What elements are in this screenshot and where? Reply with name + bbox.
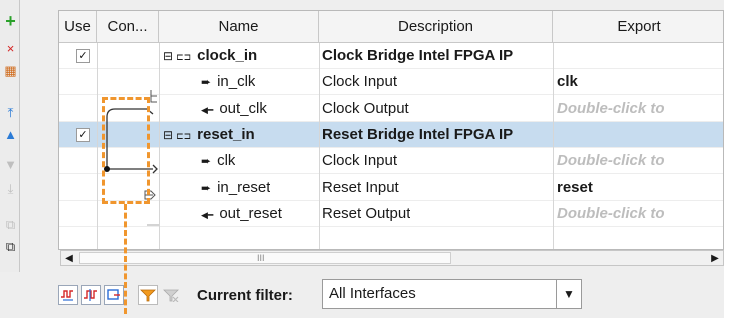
funnel-icon: [140, 289, 156, 302]
export-cell[interactable]: clk: [557, 69, 722, 95]
description-cell: Clock Input: [322, 73, 398, 91]
output-port-icon: ◀━: [201, 104, 214, 115]
component-name: out_reset: [219, 204, 282, 222]
move-down-icon[interactable]: ▼: [2, 156, 19, 173]
waveform-clock-icon: [84, 289, 97, 301]
move-up-icon[interactable]: ▲: [2, 126, 19, 143]
component-name: clk: [217, 152, 236, 170]
input-port-icon: ➨: [201, 75, 212, 90]
column-header-use[interactable]: Use: [59, 11, 97, 43]
export-box-icon: [107, 289, 120, 300]
name-cell[interactable]: ⊟ ⊏⊐ reset_in: [163, 122, 255, 148]
funnel-clear-icon: [163, 289, 179, 302]
copy-icon[interactable]: ⧉: [2, 238, 19, 255]
use-checkbox[interactable]: ✓: [76, 127, 90, 142]
description-cell: Reset Input: [322, 178, 399, 196]
scrollbar-thumb[interactable]: [79, 252, 451, 264]
column-header-export[interactable]: Export: [553, 11, 725, 43]
system-contents-panel: + × ▦ ⤒ ▲ ▼ ⤓ ⧉ ⧉ Use Con... Name Description Ex…: [0, 0, 724, 318]
description-cell: Reset Bridge Intel FPGA IP: [322, 125, 514, 143]
component-name: reset_in: [197, 125, 255, 143]
scroll-right-icon[interactable]: ▶: [707, 251, 723, 265]
component-name: out_clk: [219, 99, 267, 117]
column-header-connections[interactable]: Con...: [97, 11, 159, 43]
collapse-toggle-icon[interactable]: ⊟: [163, 49, 173, 63]
clear-filter-button[interactable]: [161, 285, 181, 305]
dropdown-button[interactable]: ▼: [556, 280, 581, 308]
show-clocks-filter-button[interactable]: [81, 285, 101, 305]
export-cell[interactable]: [557, 122, 722, 148]
export-cell[interactable]: Double-click to: [557, 148, 722, 174]
horizontal-scrollbar[interactable]: ◀ III ▶: [60, 250, 724, 266]
export-cell[interactable]: Double-click to: [557, 96, 722, 122]
component-name: clock_in: [197, 47, 258, 64]
column-header-name[interactable]: Name: [159, 11, 319, 43]
description-cell: Clock Input: [322, 152, 398, 170]
use-checkbox[interactable]: ✓: [76, 49, 90, 63]
add-icon[interactable]: +: [2, 12, 19, 30]
name-cell[interactable]: ⊟ ⊏⊐ clock_in: [163, 43, 257, 69]
callout-line: [124, 204, 127, 314]
column-divider: [319, 43, 320, 249]
description-cell: Clock Bridge Intel FPGA IP: [322, 47, 514, 64]
export-cell[interactable]: reset: [557, 175, 722, 201]
component-table: Use Con... Name Description Export ✓ ⊟ ⊏⊐ c…: [58, 10, 724, 250]
bridge-component-icon: ⊏⊐: [176, 52, 192, 62]
edit-icon[interactable]: ▦: [2, 62, 19, 79]
table-header: Use Con... Name Description Export: [59, 11, 723, 43]
bridge-component-icon: ⊏⊐: [176, 130, 192, 141]
current-filter-value: All Interfaces: [329, 285, 416, 302]
scrollbar-grip-icon: III: [257, 253, 265, 263]
current-filter-select[interactable]: All Interfaces ▼: [322, 279, 582, 309]
scroll-left-icon[interactable]: ◀: [61, 251, 77, 265]
name-cell[interactable]: ➨ in_clk: [181, 69, 255, 95]
column-divider: [553, 43, 554, 249]
show-exports-filter-button[interactable]: [104, 285, 124, 305]
export-cell[interactable]: Double-click to: [557, 201, 722, 227]
move-top-icon[interactable]: ⤒: [2, 104, 19, 121]
chevron-down-icon: ▼: [563, 287, 575, 301]
waveform-in-icon: [61, 290, 73, 301]
name-cell[interactable]: ◀━ out_clk: [181, 96, 267, 122]
export-cell[interactable]: [557, 43, 722, 69]
input-port-icon: ➨: [201, 154, 212, 169]
output-port-icon: ◀━: [201, 209, 214, 220]
show-signals-filter-button[interactable]: [58, 285, 78, 305]
side-toolbar: + × ▦ ⤒ ▲ ▼ ⤓ ⧉ ⧉: [0, 0, 20, 272]
collapse-toggle-icon[interactable]: ⊟: [163, 128, 173, 142]
duplicate-icon[interactable]: ⧉: [2, 216, 19, 233]
component-name: in_clk: [217, 73, 256, 91]
name-cell[interactable]: ◀━ out_reset: [181, 201, 282, 227]
description-cell: Clock Output: [322, 99, 409, 117]
description-cell: Reset Output: [322, 204, 411, 222]
input-port-icon: ➨: [201, 180, 212, 195]
current-filter-label: Current filter:: [197, 287, 293, 304]
column-header-description[interactable]: Description: [319, 11, 553, 43]
name-cell[interactable]: ➨ in_reset: [181, 175, 270, 201]
component-name: in_reset: [217, 178, 271, 196]
remove-icon[interactable]: ×: [2, 40, 19, 57]
filter-button[interactable]: [138, 285, 158, 305]
connections-highlight-box: [102, 97, 150, 204]
move-bottom-icon[interactable]: ⤓: [2, 180, 19, 197]
column-divider: [159, 43, 160, 249]
name-cell[interactable]: ➨ clk: [181, 148, 235, 174]
